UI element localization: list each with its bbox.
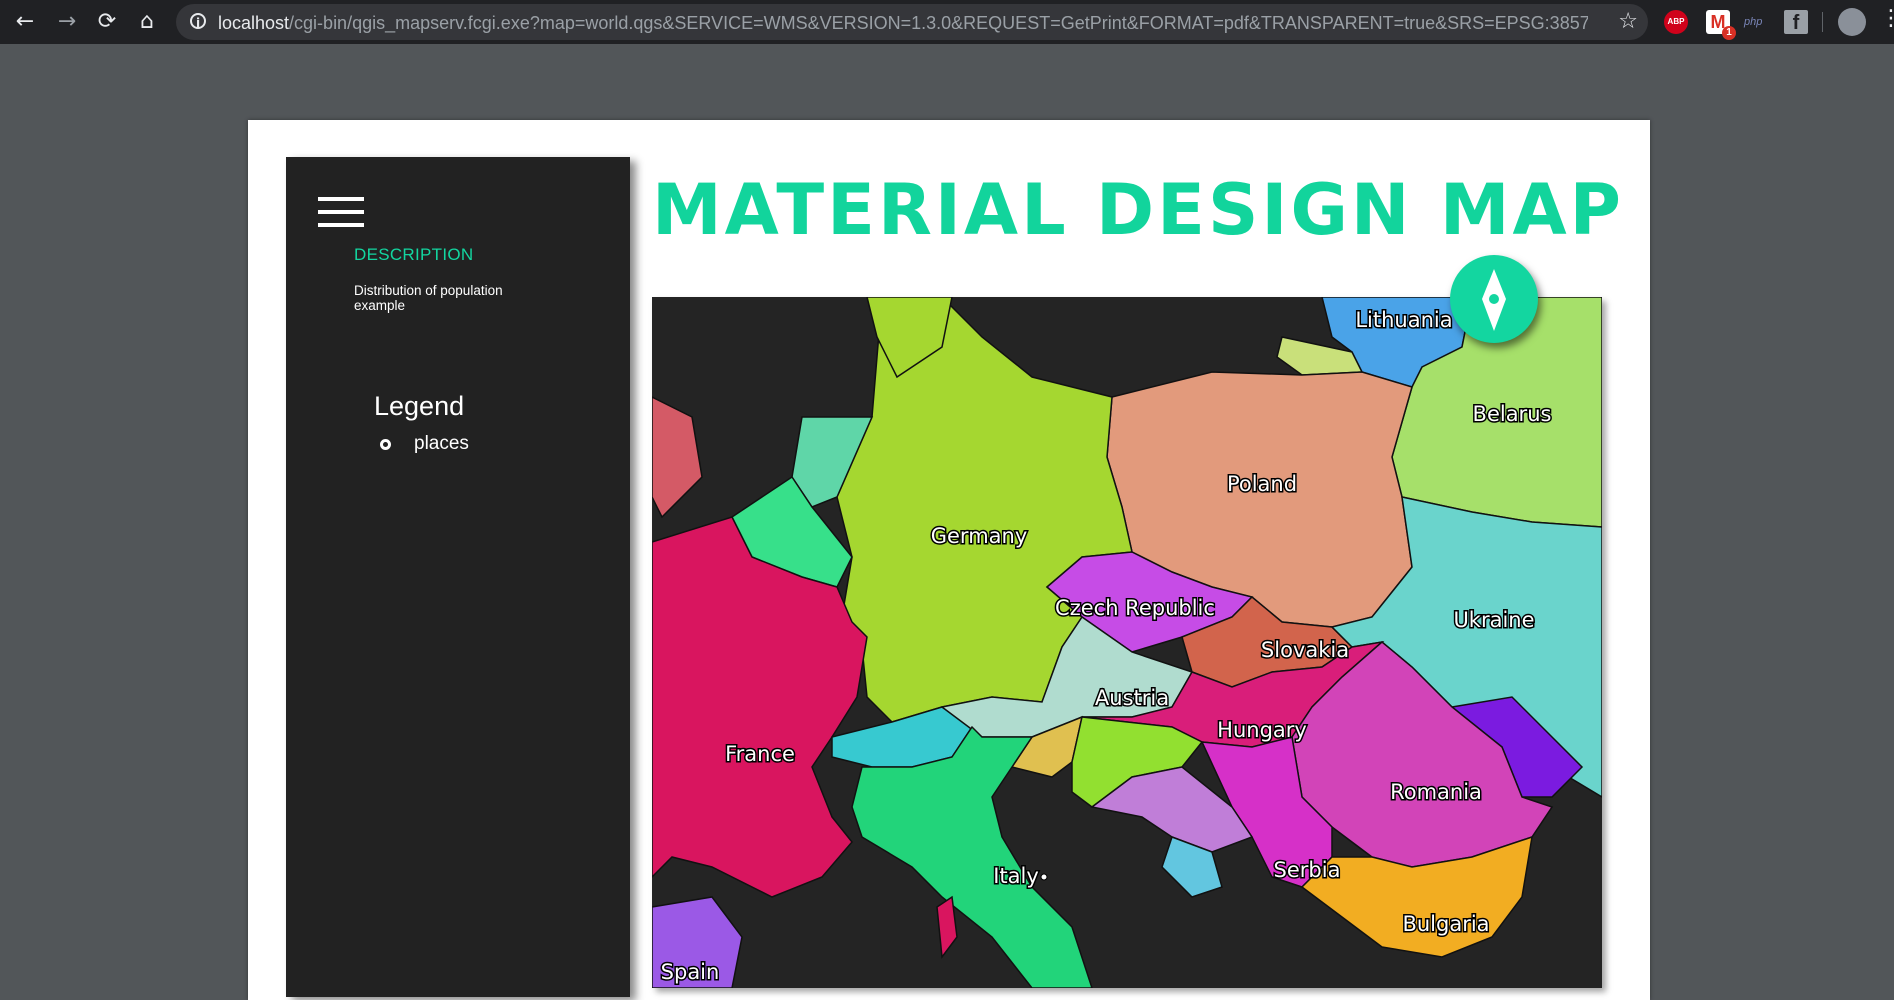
address-bar[interactable]: i localhost/cgi-bin/qgis_mapserv.fcgi.ex… <box>176 4 1648 40</box>
label-ukraine: Ukraine <box>1453 608 1534 632</box>
place-point <box>1040 873 1048 881</box>
home-icon[interactable]: ⌂ <box>132 7 162 37</box>
label-austria: Austria <box>1095 686 1169 710</box>
description-text: Distribution of population example <box>354 283 503 313</box>
label-hungary: Hungary <box>1217 718 1307 742</box>
label-belarus: Belarus <box>1473 402 1552 426</box>
map-canvas: Lithuania Belarus Poland Germany Czech R… <box>652 297 1602 988</box>
label-czech-republic: Czech Republic <box>1055 596 1215 620</box>
label-italy: Italy <box>993 864 1039 888</box>
reload-icon[interactable]: ⟳ <box>92 7 122 37</box>
profile-avatar[interactable] <box>1838 8 1866 36</box>
map-title: MATERIAL DESIGN MAP <box>652 169 1624 251</box>
place-point-icon <box>380 439 391 450</box>
bookmark-star-icon[interactable]: ☆ <box>1618 9 1638 34</box>
label-romania: Romania <box>1390 780 1482 804</box>
forward-icon[interactable]: → <box>52 7 82 37</box>
browser-toolbar: ← → ⟳ ⌂ i localhost/cgi-bin/qgis_mapserv… <box>0 0 1894 44</box>
compass-icon <box>1450 255 1538 343</box>
country-uk <box>652 396 703 519</box>
label-serbia: Serbia <box>1274 858 1341 882</box>
url-text[interactable]: localhost/cgi-bin/qgis_mapserv.fcgi.exe?… <box>218 13 1588 33</box>
label-france: France <box>725 742 795 766</box>
side-drawer: DESCRIPTION Distribution of population e… <box>286 157 630 997</box>
url-path: /cgi-bin/qgis_mapserv.fcgi.exe?map=world… <box>289 13 1588 33</box>
info-icon[interactable]: i <box>190 13 206 30</box>
label-lithuania: Lithuania <box>1355 308 1452 332</box>
hamburger-menu-icon <box>318 197 364 227</box>
label-germany: Germany <box>931 524 1028 548</box>
label-slovakia: Slovakia <box>1261 638 1349 662</box>
toolbar-divider <box>1822 12 1823 32</box>
back-icon[interactable]: ← <box>10 7 40 37</box>
legend-item-label: places <box>414 433 469 454</box>
legend-title: Legend <box>374 391 465 421</box>
label-bulgaria: Bulgaria <box>1402 912 1489 936</box>
facebook-extension-icon[interactable]: f <box>1784 10 1808 34</box>
label-spain: Spain <box>661 960 720 984</box>
gmail-extension-icon[interactable]: M 1 <box>1706 10 1736 40</box>
url-host: localhost <box>218 13 290 33</box>
country-shapes <box>652 297 1602 988</box>
map-view: Lithuania Belarus Poland Germany Czech R… <box>652 297 1602 988</box>
adblock-extension-icon[interactable]: ABP <box>1664 10 1688 34</box>
browser-menu-icon[interactable]: ⋮ <box>1880 6 1894 31</box>
description-title: DESCRIPTION <box>354 245 474 264</box>
label-poland: Poland <box>1227 472 1297 496</box>
north-arrow-icon <box>1482 269 1506 331</box>
php-extension-icon[interactable]: php <box>1744 10 1768 34</box>
gmail-unread-badge: 1 <box>1722 26 1736 40</box>
